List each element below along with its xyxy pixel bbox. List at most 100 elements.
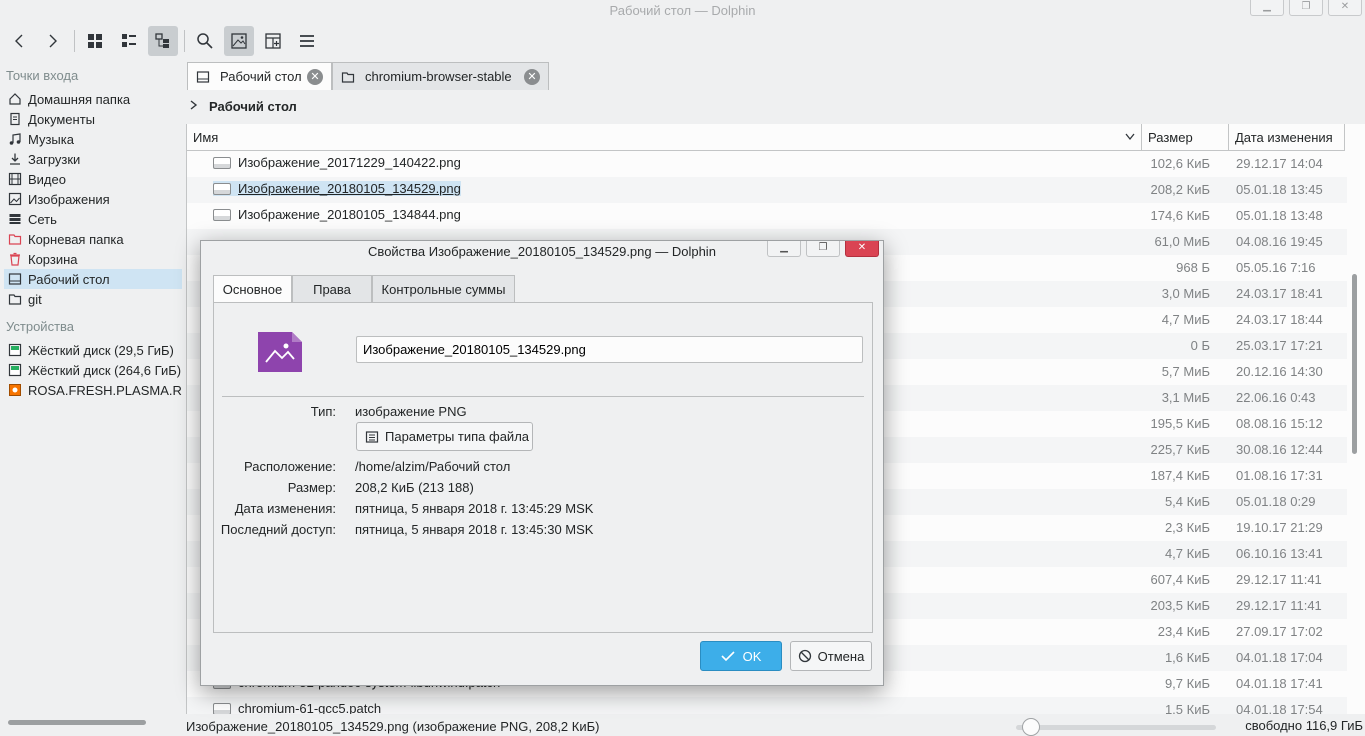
- sidebar-item-trash[interactable]: Корзина: [4, 249, 182, 269]
- file-date: 04.08.16 19:45: [1236, 234, 1323, 249]
- sidebar-item-label: git: [28, 291, 42, 307]
- table-row[interactable]: Изображение_20171229_140422.png 102,6 КиБ…: [187, 151, 1347, 177]
- file-list-scrollbar[interactable]: [1352, 274, 1357, 454]
- sidebar-item-downloads[interactable]: Загрузки: [4, 149, 182, 169]
- sidebar-item-root[interactable]: Корневая папка: [4, 229, 182, 249]
- accessed-value: пятница, 5 января 2018 г. 13:45:30 MSK: [355, 522, 594, 537]
- sidebar-item-rosa-disc[interactable]: ROSA.FRESH.PLASMA.R9.x86_64: [4, 380, 182, 400]
- file-size: 174,6 КиБ: [1150, 208, 1210, 223]
- file-size: 9,7 КиБ: [1164, 676, 1210, 691]
- tab-permissions[interactable]: Права: [292, 275, 372, 303]
- minimize-button[interactable]: ▁: [1250, 0, 1284, 16]
- sidebar-item-home[interactable]: Домашняя папка: [4, 89, 182, 109]
- tab-general[interactable]: Основное: [213, 275, 292, 303]
- tab-desktop[interactable]: Рабочий стол ✕: [187, 62, 332, 90]
- chevron-right-icon[interactable]: [189, 99, 199, 114]
- sidebar-item-network[interactable]: Сеть: [4, 209, 182, 229]
- close-tab-icon[interactable]: ✕: [307, 68, 323, 85]
- column-header-size[interactable]: Размер: [1142, 124, 1229, 151]
- sidebar-item-documents[interactable]: Документы: [4, 109, 182, 129]
- file-size: 968 Б: [1176, 260, 1210, 275]
- column-header-name[interactable]: Имя: [187, 124, 1142, 151]
- compact-view-button[interactable]: [114, 26, 144, 56]
- breadcrumb-current[interactable]: Рабочий стол: [209, 99, 297, 114]
- file-date: 01.08.16 17:31: [1236, 468, 1323, 483]
- sidebar-item-video[interactable]: Видео: [4, 169, 182, 189]
- free-space-text: свободно 116,9 ГиБ: [1245, 718, 1363, 733]
- table-row[interactable]: chromium-61-gcc5.patch 1,5 КиБ 04.01.18 17…: [187, 697, 1347, 714]
- details-view-button[interactable]: [148, 26, 178, 56]
- sidebar-item-label: Домашняя папка: [28, 91, 131, 107]
- zoom-slider-handle[interactable]: [1022, 718, 1040, 736]
- cancel-button[interactable]: Отмена: [790, 641, 872, 671]
- toolbar-separator: [184, 30, 185, 52]
- file-size: 187,4 КиБ: [1150, 468, 1210, 483]
- sidebar-item-pictures[interactable]: Изображения: [4, 189, 182, 209]
- file-type-options-button[interactable]: Параметры типа файла: [356, 422, 533, 451]
- file-size: 61,0 МиБ: [1154, 234, 1210, 249]
- sidebar-scrollbar[interactable]: [8, 720, 146, 725]
- file-name[interactable]: Изображение_20180105_134529.png: [213, 181, 461, 196]
- tab-chromium-browser-stable[interactable]: chromium-browser-stable ✕: [332, 62, 549, 90]
- file-size: 2,3 КиБ: [1164, 520, 1210, 535]
- column-header-date[interactable]: Дата изменения: [1229, 124, 1345, 151]
- back-button[interactable]: [4, 26, 34, 56]
- dialog-minimize-button[interactable]: ▁: [767, 241, 801, 257]
- preview-button[interactable]: [224, 26, 254, 56]
- file-size: 1,6 КиБ: [1164, 650, 1210, 665]
- sidebar-item-label: ROSA.FRESH.PLASMA.R9.x86_64: [28, 382, 182, 398]
- home-icon: [8, 92, 22, 106]
- png-file-icon[interactable]: [258, 332, 302, 372]
- toolbar: [0, 22, 1365, 60]
- sidebar-item-desktop[interactable]: Рабочий стол: [4, 269, 182, 289]
- file-size: 5,4 КиБ: [1164, 494, 1210, 509]
- maximize-button[interactable]: ❐: [1289, 0, 1323, 16]
- table-row[interactable]: Изображение_20180105_134529.png 208,2 КиБ…: [187, 177, 1347, 203]
- zoom-slider-track[interactable]: [1016, 725, 1216, 730]
- close-button[interactable]: ✕: [1328, 0, 1362, 16]
- file-icon: [213, 182, 231, 195]
- file-icon: [213, 208, 231, 221]
- file-icon: [213, 156, 231, 169]
- file-date: 04.01.18 17:54: [1236, 702, 1323, 714]
- properties-dialog: Свойства Изображение_20180105_134529.png…: [200, 240, 884, 686]
- dialog-maximize-button[interactable]: ❐: [806, 241, 840, 257]
- sidebar-item-label: Рабочий стол: [28, 271, 110, 287]
- hard-disk-icon: [8, 363, 22, 377]
- type-value: изображение PNG: [355, 404, 467, 419]
- window-title: Рабочий стол — Dolphin: [609, 3, 756, 18]
- ok-button-label: OK: [742, 648, 762, 664]
- dialog-close-button[interactable]: ✕: [845, 241, 879, 257]
- ok-button[interactable]: OK: [700, 641, 782, 671]
- search-button[interactable]: [190, 26, 220, 56]
- file-date: 04.01.18 17:41: [1236, 676, 1323, 691]
- split-view-button[interactable]: [258, 26, 288, 56]
- close-tab-icon[interactable]: ✕: [524, 68, 540, 85]
- sidebar-item-disk-1[interactable]: Жёсткий диск (29,5 ГиБ): [4, 340, 182, 360]
- file-name[interactable]: Изображение_20180105_134844.png: [213, 207, 461, 222]
- desktop-icon: [8, 272, 22, 286]
- file-size: 3,1 МиБ: [1161, 390, 1210, 405]
- sidebar-item-disk-2[interactable]: Жёсткий диск (264,6 ГиБ): [4, 360, 182, 380]
- checkmark-icon: [721, 651, 735, 662]
- table-row[interactable]: Изображение_20180105_134844.png 174,6 КиБ…: [187, 203, 1347, 229]
- filename-input[interactable]: [356, 336, 863, 363]
- title-bar: Рабочий стол — Dolphin ▁ ❐ ✕: [0, 0, 1365, 22]
- type-label: Тип:: [310, 404, 336, 419]
- file-name[interactable]: chromium-61-gcc5.patch: [213, 701, 381, 714]
- modified-label: Дата изменения:: [234, 501, 336, 516]
- sidebar-item-label: Жёсткий диск (264,6 ГиБ): [28, 362, 182, 378]
- file-date: 05.05.16 7:16: [1236, 260, 1316, 275]
- file-size: 3,0 МиБ: [1161, 286, 1210, 301]
- file-type-options-label: Параметры типа файла: [385, 429, 530, 444]
- forward-button[interactable]: [38, 26, 68, 56]
- accessed-label: Последний доступ:: [220, 522, 336, 537]
- sidebar-item-git[interactable]: git: [4, 289, 182, 309]
- file-date: 22.06.16 0:43: [1236, 390, 1316, 405]
- menu-button[interactable]: [292, 26, 322, 56]
- sidebar-item-music[interactable]: Музыка: [4, 129, 182, 149]
- file-name[interactable]: Изображение_20171229_140422.png: [213, 155, 461, 170]
- file-date: 29.12.17 14:04: [1236, 156, 1323, 171]
- icons-view-button[interactable]: [80, 26, 110, 56]
- tab-checksums[interactable]: Контрольные суммы: [372, 275, 515, 303]
